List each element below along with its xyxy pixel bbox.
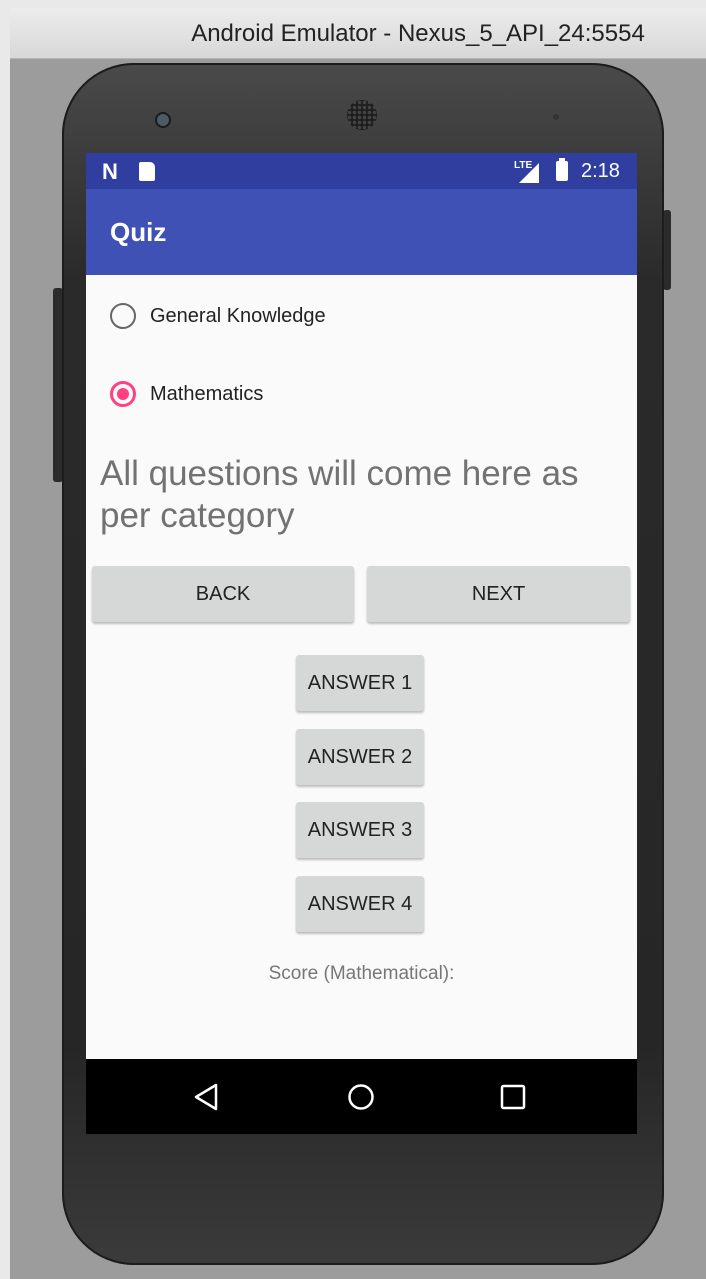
- answer-2-button[interactable]: ANSWER 2: [296, 729, 424, 785]
- home-icon[interactable]: [347, 1083, 375, 1111]
- radio-general-knowledge[interactable]: General Knowledge: [108, 296, 408, 336]
- score-label: Score (Mathematical):: [268, 963, 455, 984]
- signal-icon: [519, 163, 539, 183]
- radio-label: Mathematics: [150, 383, 264, 405]
- proximity-sensor: [553, 114, 559, 120]
- radio-mathematics[interactable]: Mathematics: [108, 374, 408, 414]
- back-icon[interactable]: [193, 1083, 219, 1111]
- sd-card-icon: [139, 162, 155, 181]
- answer-1-button[interactable]: ANSWER 1: [296, 655, 424, 711]
- battery-icon: [556, 158, 568, 181]
- status-bar: N LTE 2:18: [86, 153, 637, 189]
- status-time: 2:18: [581, 160, 620, 182]
- next-button[interactable]: NEXT: [367, 566, 630, 622]
- answer-4-button[interactable]: ANSWER 4: [296, 876, 424, 932]
- radio-checked-icon[interactable]: [110, 381, 136, 407]
- radio-label: General Knowledge: [150, 305, 326, 327]
- n-icon: N: [102, 159, 118, 184]
- front-camera: [157, 114, 169, 126]
- page-title: Quiz: [110, 217, 167, 247]
- app-toolbar: Quiz: [86, 189, 637, 275]
- earpiece-speaker: [347, 100, 377, 130]
- back-button[interactable]: BACK: [92, 566, 354, 622]
- window-titlebar: Android Emulator - Nexus_5_API_24:5554: [10, 8, 706, 59]
- device-screen: N LTE 2:18 Quiz General Knowledge Mathem…: [86, 153, 637, 1134]
- radio-unchecked-icon[interactable]: [110, 303, 136, 329]
- recents-icon[interactable]: [500, 1084, 526, 1110]
- power-button[interactable]: [663, 210, 671, 290]
- system-nav-bar: [86, 1059, 637, 1134]
- answer-3-button[interactable]: ANSWER 3: [296, 802, 424, 858]
- question-text: All questions will come here as per cate…: [100, 454, 579, 535]
- window-title: Android Emulator - Nexus_5_API_24:5554: [191, 20, 645, 47]
